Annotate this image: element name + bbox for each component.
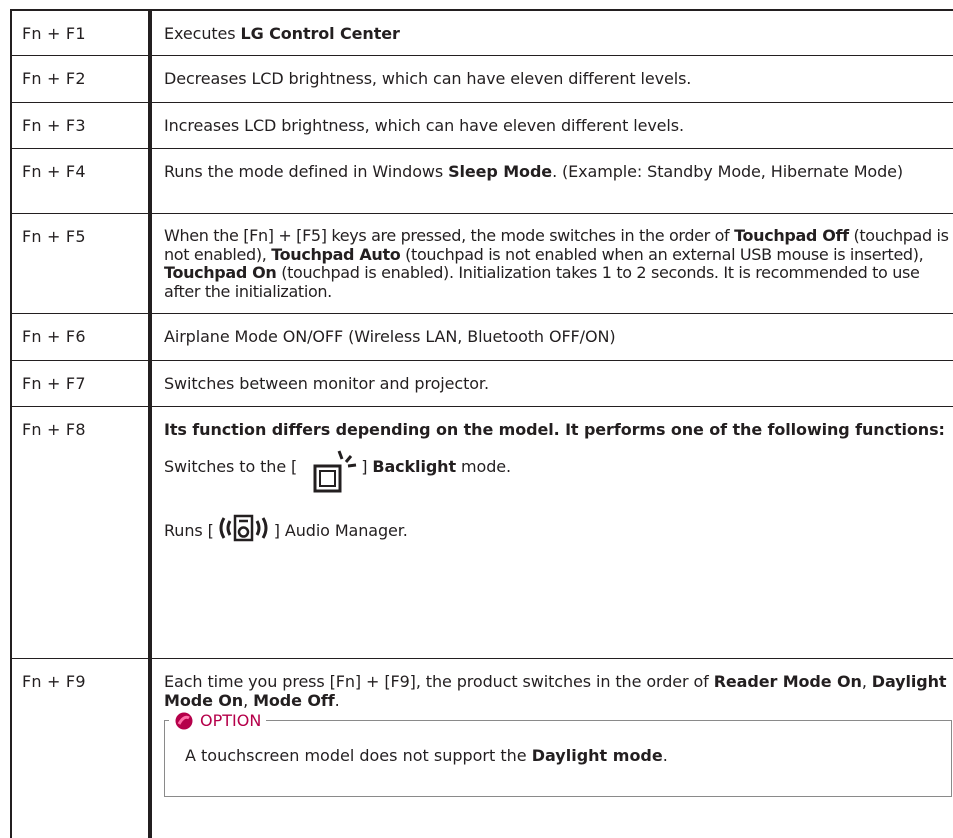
- key-description: Decreases LCD brightness, which can have…: [164, 69, 692, 88]
- audio-speaker-icon: [216, 513, 272, 547]
- key-description: Its function differs depending on the mo…: [164, 420, 949, 547]
- key-combo: Fn + F9: [22, 672, 86, 691]
- keyboard-backlight-icon: [311, 449, 357, 499]
- key-combo: Fn + F7: [22, 374, 86, 393]
- key-description: Airplane Mode ON/OFF (Wireless LAN, Blue…: [164, 327, 616, 346]
- key-combo: Fn + F3: [22, 116, 86, 135]
- key-description: Switches between monitor and projector.: [164, 374, 489, 393]
- function-key-table: Fn + F1 Executes LG Control Center Fn + …: [10, 9, 953, 838]
- key-combo: Fn + F8: [22, 420, 86, 439]
- key-combo: Fn + F6: [22, 327, 86, 346]
- key-description: Each time you press [Fn] + [F9], the pro…: [164, 672, 947, 710]
- option-header: OPTION: [169, 711, 267, 730]
- key-combo: Fn + F2: [22, 69, 86, 88]
- audio-line: Runs [ ] Audio Manager.: [164, 513, 949, 547]
- key-description: When the [Fn] + [F5] keys are pressed, t…: [164, 226, 949, 301]
- key-description: Runs the mode defined in Windows Sleep M…: [164, 162, 904, 181]
- column-divider: [148, 9, 152, 838]
- backlight-line: Switches to the [ ] Backlight mode.: [164, 449, 949, 505]
- option-badge-icon: [175, 712, 193, 729]
- option-label: OPTION: [200, 711, 262, 730]
- model-note: Its function differs depending on the mo…: [164, 420, 945, 439]
- key-combo: Fn + F4: [22, 162, 86, 181]
- key-description: Executes LG Control Center: [164, 24, 400, 43]
- option-text: A touchscreen model does not support the…: [185, 746, 668, 765]
- key-combo: Fn + F5: [22, 227, 86, 246]
- key-combo: Fn + F1: [22, 24, 86, 43]
- key-description: Increases LCD brightness, which can have…: [164, 116, 684, 135]
